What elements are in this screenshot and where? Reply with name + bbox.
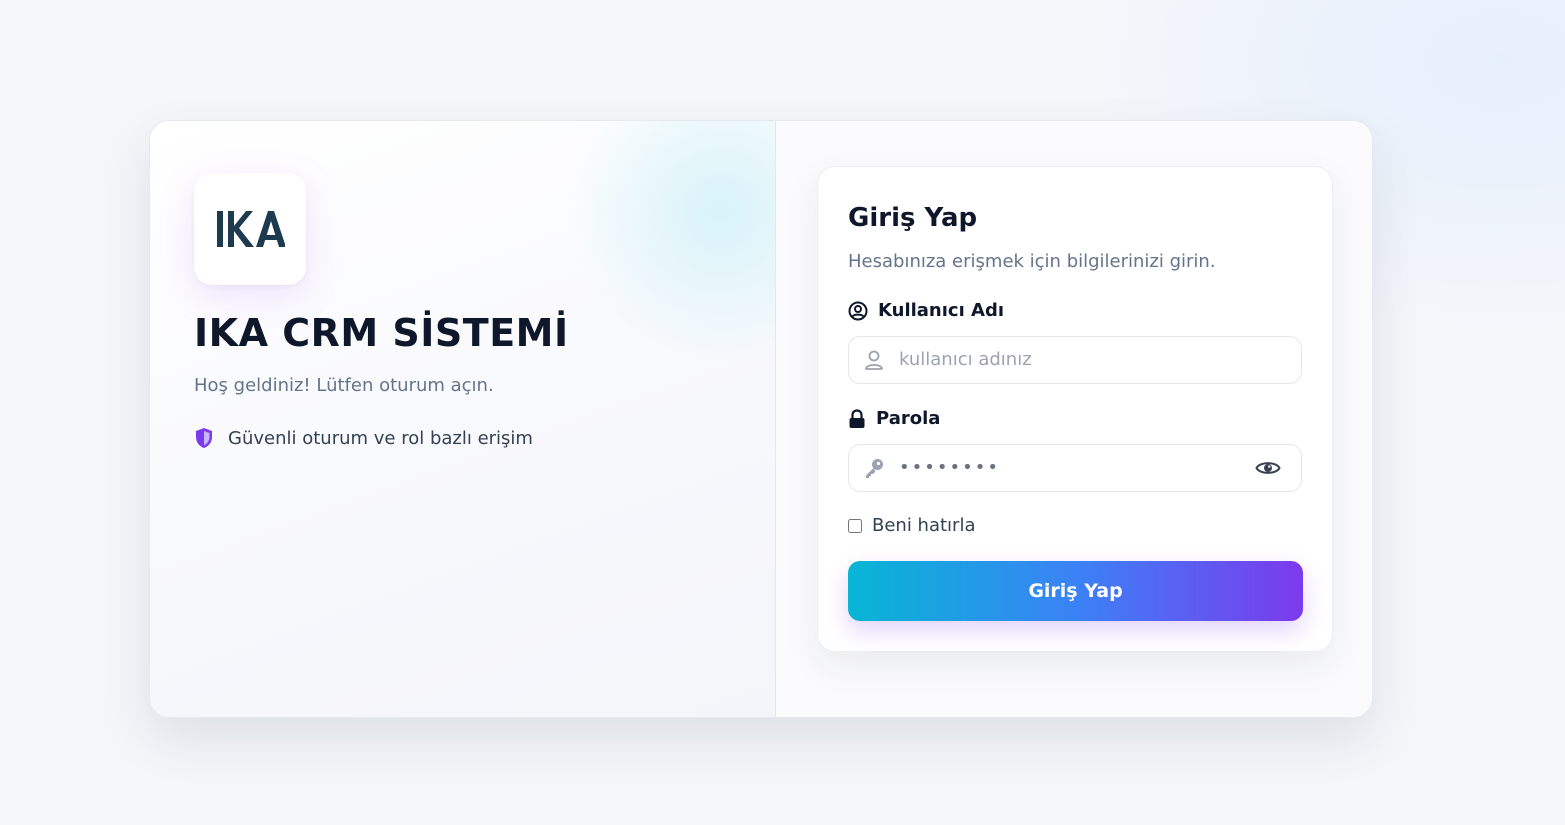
security-feature: Güvenli oturum ve rol bazlı erişim — [194, 427, 533, 449]
password-label-text: Parola — [876, 408, 941, 429]
login-panel: Giriş Yap Hesabınıza erişmek için bilgil… — [776, 121, 1372, 717]
form-title: Giriş Yap — [848, 203, 978, 233]
lock-icon — [849, 408, 865, 428]
username-label-text: Kullanıcı Adı — [878, 300, 1005, 321]
username-field[interactable] — [848, 336, 1302, 384]
form-subtitle: Hesabınıza erişmek için bilgilerinizi gi… — [848, 251, 1216, 272]
login-form: Giriş Yap Hesabınıza erişmek için bilgil… — [817, 166, 1333, 652]
remember-checkbox[interactable] — [848, 518, 862, 533]
company-logo — [194, 173, 306, 285]
remember-me[interactable]: Beni hatırla — [848, 515, 975, 536]
key-icon — [866, 459, 883, 478]
brand-subtitle: Hoş geldiniz! Lütfen oturum açın. — [194, 375, 494, 396]
login-button[interactable]: Giriş Yap — [848, 561, 1303, 621]
password-field[interactable] — [848, 444, 1302, 492]
ika-logo-icon — [217, 211, 285, 247]
brand-panel: IKA CRM SİSTEMİ Hoş geldiniz! Lütfen otu… — [150, 121, 776, 717]
user-icon — [865, 350, 883, 370]
eye-icon[interactable] — [1255, 456, 1281, 480]
shield-icon — [196, 428, 212, 448]
security-feature-text: Güvenli oturum ve rol bazlı erişim — [228, 427, 533, 449]
login-card: IKA CRM SİSTEMİ Hoş geldiniz! Lütfen otu… — [149, 120, 1373, 718]
password-label: Parola — [848, 408, 940, 429]
user-circle-icon — [848, 301, 868, 320]
username-label: Kullanıcı Adı — [848, 300, 1004, 321]
username-input[interactable] — [899, 337, 1239, 381]
password-input[interactable] — [899, 445, 1239, 489]
decorative-glow — [550, 121, 775, 361]
remember-label: Beni hatırla — [872, 515, 976, 536]
brand-title: IKA CRM SİSTEMİ — [194, 311, 569, 355]
